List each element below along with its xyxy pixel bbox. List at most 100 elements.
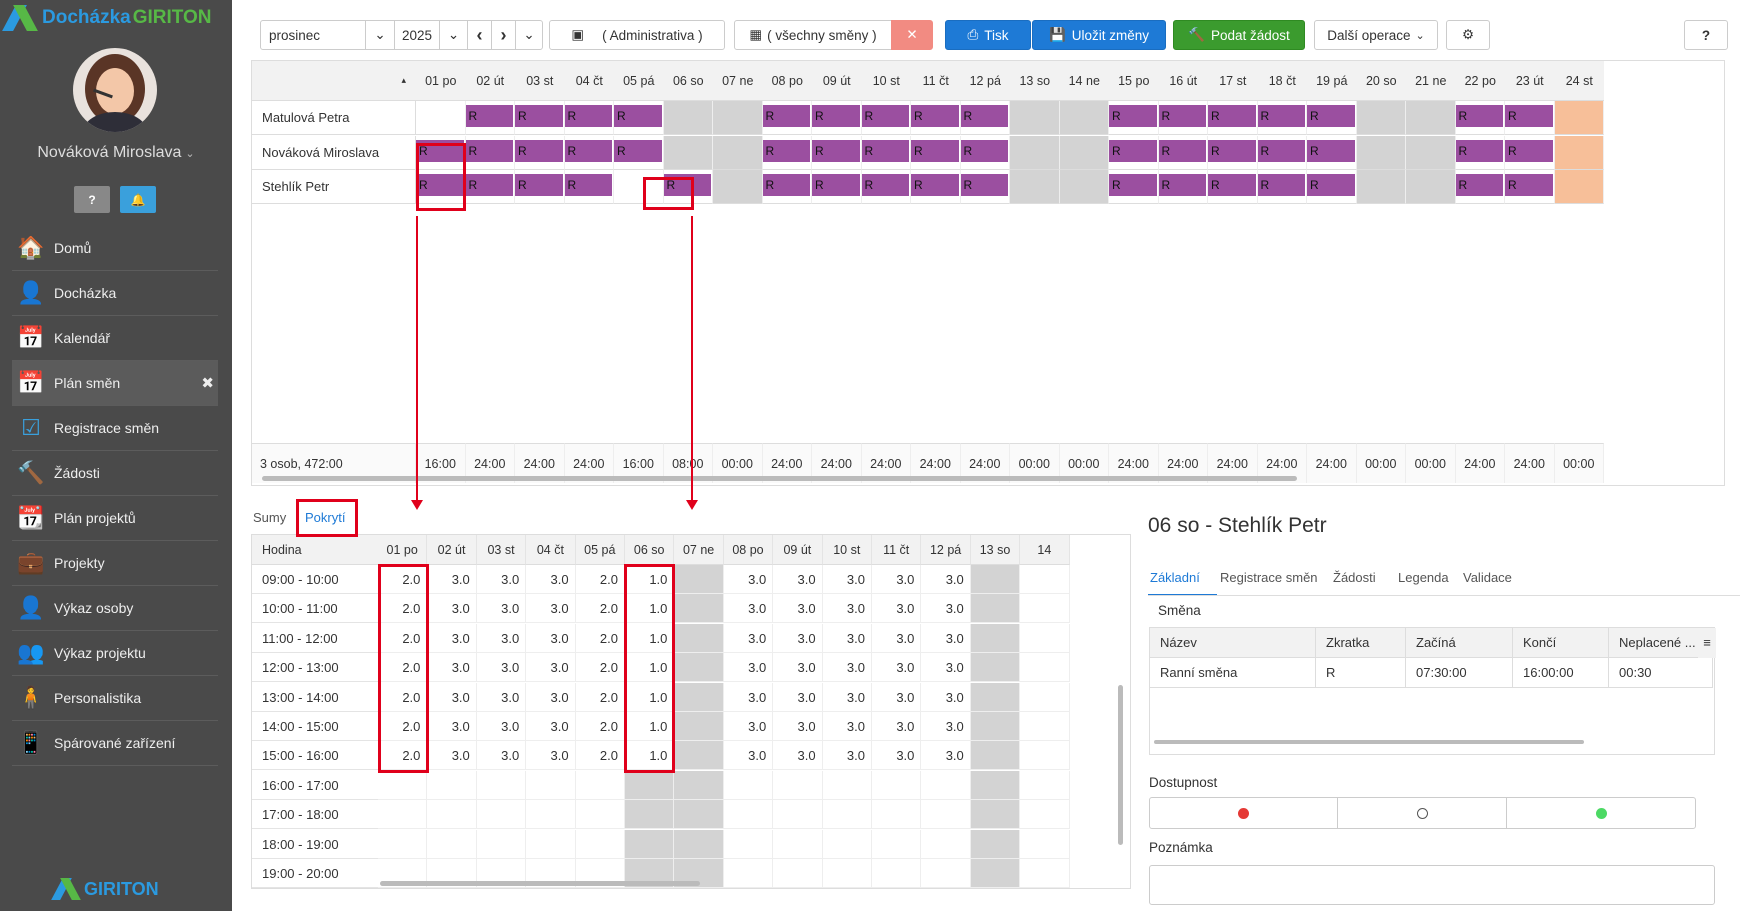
shift-cell[interactable] xyxy=(1356,170,1406,204)
shift-cell[interactable]: R xyxy=(1158,135,1208,170)
shift-cell[interactable]: R xyxy=(1505,135,1555,170)
shift-cell[interactable] xyxy=(1010,170,1060,204)
app-logo[interactable]: Docházka GIRITON xyxy=(2,4,212,32)
shift-bar[interactable]: R xyxy=(812,105,860,127)
shift-column-header[interactable]: Končí xyxy=(1513,628,1609,658)
shift-bar[interactable]: R xyxy=(960,174,1008,196)
shift-cell[interactable]: R xyxy=(960,101,1010,135)
shift-cell[interactable]: R xyxy=(564,101,614,135)
day-header[interactable]: 19 pá xyxy=(1307,61,1357,101)
day-header[interactable]: 08 po xyxy=(762,61,812,101)
day-header[interactable]: 03 st xyxy=(515,61,565,101)
department-select[interactable]: ▣ ( Administrativa ) xyxy=(549,20,725,50)
shift-bar[interactable]: R xyxy=(960,139,1008,162)
day-header[interactable]: 01 po xyxy=(416,61,466,101)
sidebar-item-gavel[interactable]: 🔨 Žádosti xyxy=(12,451,218,496)
next-month-button[interactable]: › xyxy=(491,20,516,50)
shift-cell[interactable]: R xyxy=(1257,101,1307,135)
availability-available-button[interactable] xyxy=(1506,797,1696,829)
day-header[interactable]: 23 út xyxy=(1505,61,1555,101)
day-header[interactable]: 17 st xyxy=(1208,61,1258,101)
clear-filter-button[interactable]: ✕ xyxy=(891,20,933,50)
day-header[interactable]: 10 st xyxy=(861,61,911,101)
shift-cell[interactable]: R xyxy=(1208,101,1258,135)
shift-cell[interactable] xyxy=(1406,101,1456,135)
shift-cell[interactable] xyxy=(1059,135,1109,170)
employee-name[interactable]: Nováková Miroslava xyxy=(252,135,416,170)
shift-cell[interactable]: R xyxy=(465,135,515,170)
sidebar-item-briefcase[interactable]: 💼 Projekty xyxy=(12,541,218,586)
day-header[interactable]: 11 čt xyxy=(911,61,961,101)
shift-bar[interactable]: R xyxy=(1158,105,1206,127)
shift-bar[interactable]: R xyxy=(762,174,810,196)
shift-cell[interactable]: R xyxy=(1505,101,1555,135)
shift-cell[interactable]: R xyxy=(762,170,812,204)
day-header[interactable]: 07 ne xyxy=(713,61,763,101)
shift-bar[interactable]: R xyxy=(1257,174,1305,196)
shift-cell[interactable]: R xyxy=(812,101,862,135)
day-header[interactable]: 22 po xyxy=(1455,61,1505,101)
shift-cell[interactable]: R xyxy=(465,101,515,135)
shift-bar[interactable]: R xyxy=(861,105,909,127)
shift-cell[interactable] xyxy=(416,101,466,135)
shift-bar[interactable]: R xyxy=(1455,174,1503,196)
day-header[interactable]: 16 út xyxy=(1158,61,1208,101)
shift-cell[interactable] xyxy=(713,170,763,204)
shift-cell[interactable]: R xyxy=(911,101,961,135)
shift-cell[interactable]: R xyxy=(1455,170,1505,204)
shift-cell[interactable]: R xyxy=(1307,101,1357,135)
shift-cell[interactable]: R xyxy=(1158,101,1208,135)
shift-bar[interactable]: R xyxy=(1455,139,1503,162)
day-header[interactable]: 15 po xyxy=(1109,61,1159,101)
shift-bar[interactable]: R xyxy=(762,139,810,162)
shift-cell[interactable]: R xyxy=(861,101,911,135)
tab-sums[interactable]: Sumy xyxy=(253,502,286,532)
detail-tab[interactable]: Žádosti xyxy=(1333,570,1376,585)
shift-cell[interactable]: R xyxy=(515,170,565,204)
shift-cell[interactable] xyxy=(1406,135,1456,170)
detail-tab[interactable]: Registrace směn xyxy=(1220,570,1318,585)
shift-cell[interactable]: R xyxy=(812,170,862,204)
shift-cell[interactable] xyxy=(1059,170,1109,204)
shift-cell[interactable]: R xyxy=(762,101,812,135)
day-header[interactable]: 09 út xyxy=(812,61,862,101)
sidebar-item-calendar[interactable]: 📅 Kalendář xyxy=(12,316,218,361)
horizontal-scrollbar[interactable] xyxy=(1154,740,1584,744)
sidebar-item-calendar-check[interactable]: ☑ Registrace směn xyxy=(12,406,218,451)
shift-filter-select[interactable]: ▦ ( všechny směny ) xyxy=(734,20,892,50)
shift-cell[interactable] xyxy=(663,135,713,170)
help-button[interactable]: ? xyxy=(1684,20,1728,50)
shift-cell[interactable] xyxy=(1406,170,1456,204)
shift-bar[interactable]: R xyxy=(416,174,464,196)
shift-cell[interactable] xyxy=(1554,170,1604,204)
shift-bar[interactable]: R xyxy=(515,139,563,162)
column-menu-icon[interactable]: ≡ xyxy=(1698,628,1716,658)
shift-cell[interactable]: R xyxy=(663,170,713,204)
detail-tab[interactable]: Základní xyxy=(1150,570,1200,585)
shift-cell[interactable] xyxy=(1356,135,1406,170)
shift-cell[interactable]: R xyxy=(614,101,664,135)
shift-bar[interactable]: R xyxy=(812,139,860,162)
shift-bar[interactable]: R xyxy=(762,105,810,127)
sidebar-item-person[interactable]: 👤 Docházka xyxy=(12,271,218,316)
employee-name[interactable]: Matulová Petra xyxy=(252,101,416,135)
shift-bar[interactable]: R xyxy=(564,105,612,127)
sidebar-item-calendar-orange[interactable]: 📆 Plán projektů xyxy=(12,496,218,541)
help-button[interactable]: ? xyxy=(74,186,110,213)
shift-bar[interactable]: R xyxy=(515,105,563,127)
shift-cell[interactable]: R xyxy=(1307,170,1357,204)
shift-cell[interactable]: R xyxy=(515,101,565,135)
shift-bar[interactable]: R xyxy=(564,174,612,196)
day-header[interactable]: 12 pá xyxy=(960,61,1010,101)
shift-bar[interactable]: R xyxy=(1158,139,1206,162)
shift-cell[interactable]: R xyxy=(465,170,515,204)
day-header[interactable]: 18 čt xyxy=(1257,61,1307,101)
shift-cell[interactable]: R xyxy=(614,135,664,170)
shift-bar[interactable]: R xyxy=(1208,139,1256,162)
shift-cell[interactable] xyxy=(1059,101,1109,135)
day-header[interactable]: 02 út xyxy=(465,61,515,101)
shift-bar[interactable]: R xyxy=(465,174,513,196)
submit-request-button[interactable]: 🔨 Podat žádost xyxy=(1173,20,1305,50)
shift-bar[interactable]: R xyxy=(911,174,959,196)
shift-bar[interactable]: R xyxy=(515,174,563,196)
